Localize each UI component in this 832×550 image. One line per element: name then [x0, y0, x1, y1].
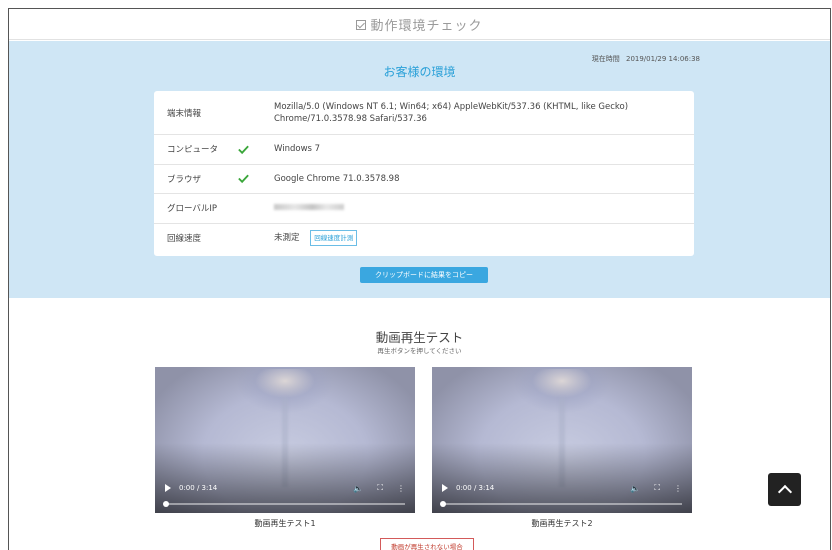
video-time: 0:00 / 3:14 — [179, 484, 218, 492]
video-test-title: 動画再生テスト — [375, 330, 464, 345]
video-player-1[interactable]: 0:00 / 3:14 🔈 ⛶ ⋮ — [155, 367, 415, 513]
more-icon[interactable]: ⋮ — [397, 484, 405, 493]
blurred-ip — [274, 204, 344, 211]
page-title: 動作環境チェック — [370, 18, 483, 34]
environment-section: 現在時間 2019/01/29 14:06:38 お客様の環境 端末情報 Moz… — [9, 41, 830, 298]
fullscreen-icon[interactable]: ⛶ — [377, 483, 383, 493]
video-time: 0:00 / 3:14 — [456, 484, 495, 492]
video-progress-bar[interactable] — [440, 501, 682, 507]
env-row-device: 端末情報 Mozilla/5.0 (Windows NT 6.1; Win64;… — [154, 91, 694, 135]
env-row-global-ip: グローバルIP — [154, 194, 694, 224]
volume-icon[interactable]: 🔈 — [353, 484, 363, 493]
page-frame: 動作環境チェック 現在時間 2019/01/29 14:06:38 お客様の環境… — [8, 8, 831, 550]
play-icon[interactable] — [442, 484, 448, 492]
env-row-value — [274, 202, 684, 214]
env-row-label: 回線速度 — [167, 234, 202, 245]
env-row-value: Mozilla/5.0 (Windows NT 6.1; Win64; x64)… — [274, 101, 629, 124]
video-test-section: 動画再生テスト 再生ボタンを押してください 0:00 / 3:14 🔈 ⛶ ⋮ — [9, 298, 830, 550]
progress-knob[interactable] — [163, 501, 169, 507]
current-time-label: 現在時間 — [591, 55, 620, 63]
env-row-line-speed: 回線速度 未測定 回線速度計測 — [154, 224, 694, 254]
env-row-browser: ブラウザ Google Chrome 71.0.3578.98 — [154, 165, 694, 194]
video-not-playing-button[interactable]: 動画が再生されない場合 — [380, 538, 474, 550]
env-row-computer: コンピュータ Windows 7 — [154, 135, 694, 165]
top-bar: 動作環境チェック — [9, 9, 830, 40]
video-caption-2: 動画再生テスト2 — [531, 519, 593, 528]
env-row-value: Google Chrome 71.0.3578.98 — [274, 173, 400, 184]
env-row-label: コンピュータ — [167, 145, 219, 156]
fullscreen-icon[interactable]: ⛶ — [654, 483, 660, 493]
env-row-label: グローバルIP — [167, 204, 218, 215]
more-icon[interactable]: ⋮ — [674, 484, 682, 493]
video-controls: 0:00 / 3:14 🔈 ⛶ ⋮ — [442, 481, 682, 495]
video-progress-bar[interactable] — [163, 501, 405, 507]
play-icon[interactable] — [165, 484, 171, 492]
check-icon — [238, 145, 249, 154]
measure-speed-button[interactable]: 回線速度計測 — [310, 230, 358, 247]
checkbox-icon — [356, 20, 367, 30]
video-caption-1: 動画再生テスト1 — [254, 519, 316, 528]
video-test-subtitle: 再生ボタンを押してください — [377, 347, 462, 355]
env-row-value: 未測定 回線速度計測 — [274, 230, 684, 247]
line-speed-value: 未測定 — [274, 233, 300, 244]
current-time-value: 2019/01/29 14:06:38 — [625, 55, 700, 63]
env-row-value: Windows 7 — [274, 144, 321, 155]
video-controls: 0:00 / 3:14 🔈 ⛶ ⋮ — [165, 481, 405, 495]
volume-icon[interactable]: 🔈 — [630, 484, 640, 493]
environment-card: 端末情報 Mozilla/5.0 (Windows NT 6.1; Win64;… — [154, 91, 694, 256]
progress-knob[interactable] — [440, 501, 446, 507]
env-row-label: ブラウザ — [167, 174, 202, 185]
video-player-2[interactable]: 0:00 / 3:14 🔈 ⛶ ⋮ — [432, 367, 692, 513]
copy-to-clipboard-button[interactable]: クリップボードに結果をコピー — [360, 267, 488, 283]
scroll-to-top-button[interactable] — [768, 473, 801, 506]
environment-title: お客様の環境 — [383, 65, 456, 79]
check-icon — [238, 174, 249, 184]
env-row-label: 端末情報 — [167, 108, 202, 119]
chevron-up-icon — [777, 484, 792, 500]
